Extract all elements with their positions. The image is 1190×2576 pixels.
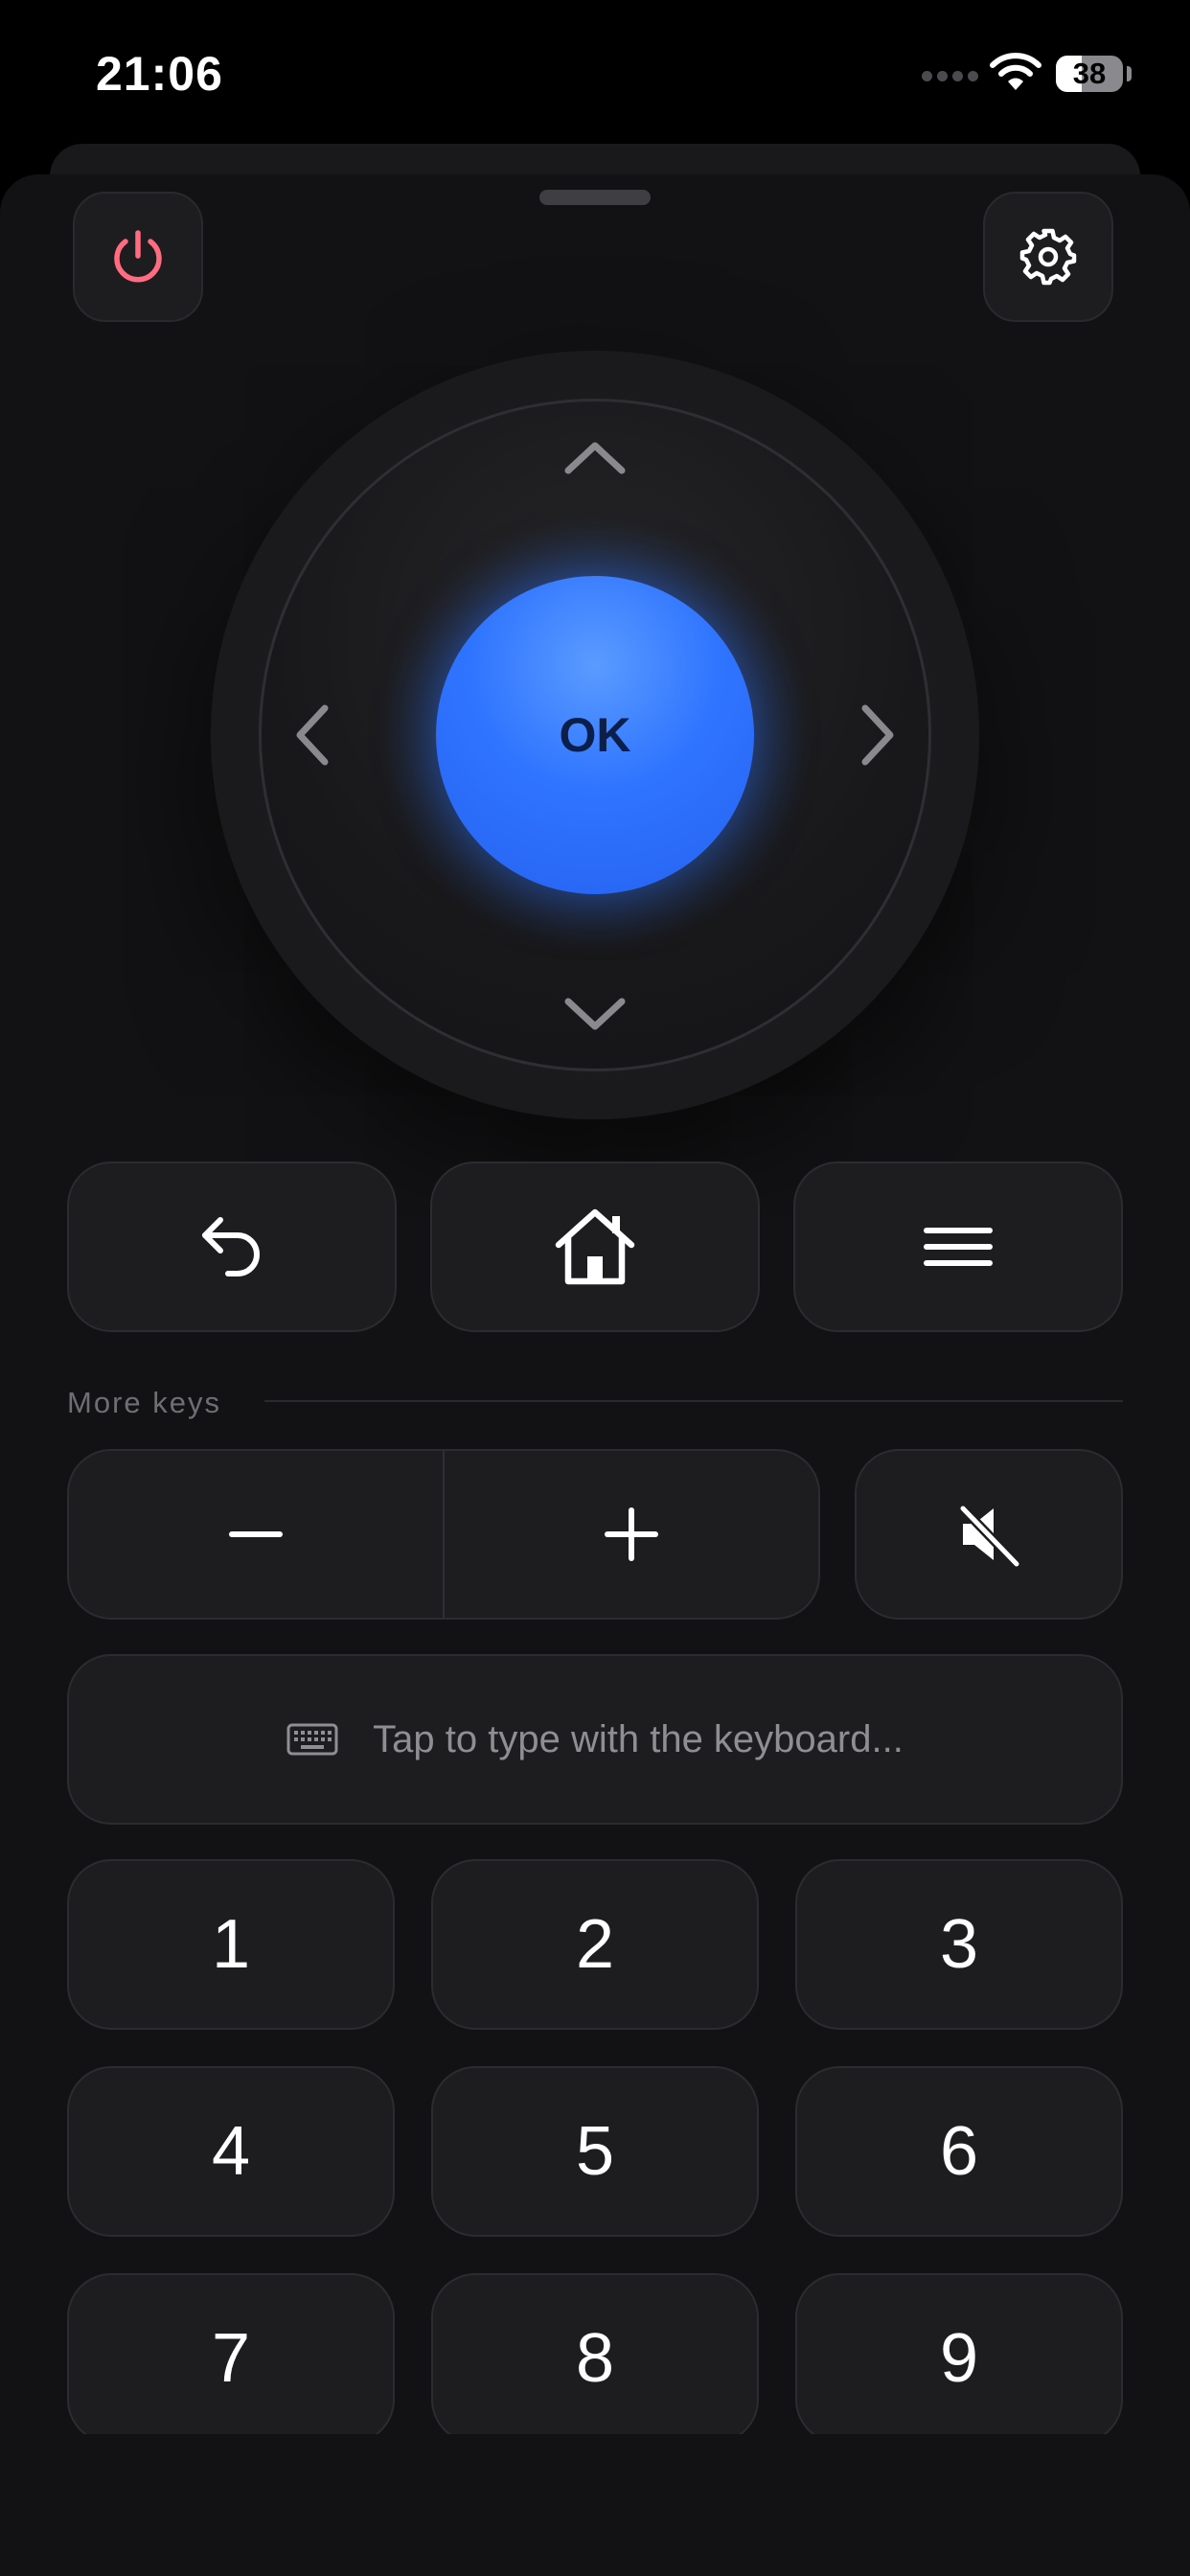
dpad-down-button[interactable] <box>552 972 638 1058</box>
mute-button[interactable] <box>855 1449 1123 1620</box>
number-key-4[interactable]: 4 <box>67 2066 395 2237</box>
cellular-dots-icon <box>922 71 979 84</box>
battery-icon: 38 <box>1056 56 1123 92</box>
number-key-9[interactable]: 9 <box>795 2273 1123 2444</box>
number-key-6[interactable]: 6 <box>795 2066 1123 2237</box>
number-key-1[interactable]: 1 <box>67 1859 395 2030</box>
dpad-left-button[interactable] <box>268 692 355 778</box>
sheet-grabber[interactable] <box>539 190 651 205</box>
battery-nub <box>1127 66 1132 81</box>
more-keys-label: More keys <box>67 1386 221 1419</box>
plus-icon <box>605 1507 658 1561</box>
keyboard-icon <box>286 1723 338 1756</box>
volume-down-button[interactable] <box>69 1451 443 1618</box>
menu-button[interactable] <box>793 1162 1123 1332</box>
chevron-up-icon <box>564 442 626 474</box>
status-time: 21:06 <box>96 47 223 101</box>
number-key-7[interactable]: 7 <box>67 2273 395 2444</box>
menu-icon <box>924 1228 993 1266</box>
chevron-left-icon <box>296 704 329 766</box>
number-key-3[interactable]: 3 <box>795 1859 1123 2030</box>
chevron-down-icon <box>564 998 626 1030</box>
speaker-muted-icon <box>958 1504 1020 1568</box>
back-arrow-icon <box>202 1217 260 1276</box>
ok-button[interactable]: OK <box>436 576 754 894</box>
section-divider <box>264 1400 1123 1402</box>
wifi-icon <box>989 50 1042 92</box>
home-button[interactable] <box>430 1162 760 1332</box>
dpad-right-button[interactable] <box>835 692 922 778</box>
minus-icon <box>229 1531 283 1537</box>
keyboard-placeholder: Tap to type with the keyboard... <box>373 1717 904 1760</box>
keyboard-input-button[interactable]: Tap to type with the keyboard... <box>67 1654 1123 1825</box>
home-icon <box>555 1208 635 1285</box>
volume-up-button[interactable] <box>445 1451 818 1618</box>
number-key-8[interactable]: 8 <box>431 2273 759 2444</box>
settings-button[interactable] <box>983 192 1113 322</box>
bottom-mask <box>0 2434 1190 2576</box>
status-bar: 21:06 38 <box>0 0 1190 144</box>
number-key-2[interactable]: 2 <box>431 1859 759 2030</box>
number-key-5[interactable]: 5 <box>431 2066 759 2237</box>
battery-percent: 38 <box>1072 57 1107 90</box>
dpad-up-button[interactable] <box>552 414 638 500</box>
chevron-right-icon <box>861 704 894 766</box>
power-button[interactable] <box>73 192 203 322</box>
volume-group <box>67 1449 820 1620</box>
gear-icon <box>1019 228 1077 286</box>
back-button[interactable] <box>67 1162 397 1332</box>
power-icon <box>114 230 162 283</box>
